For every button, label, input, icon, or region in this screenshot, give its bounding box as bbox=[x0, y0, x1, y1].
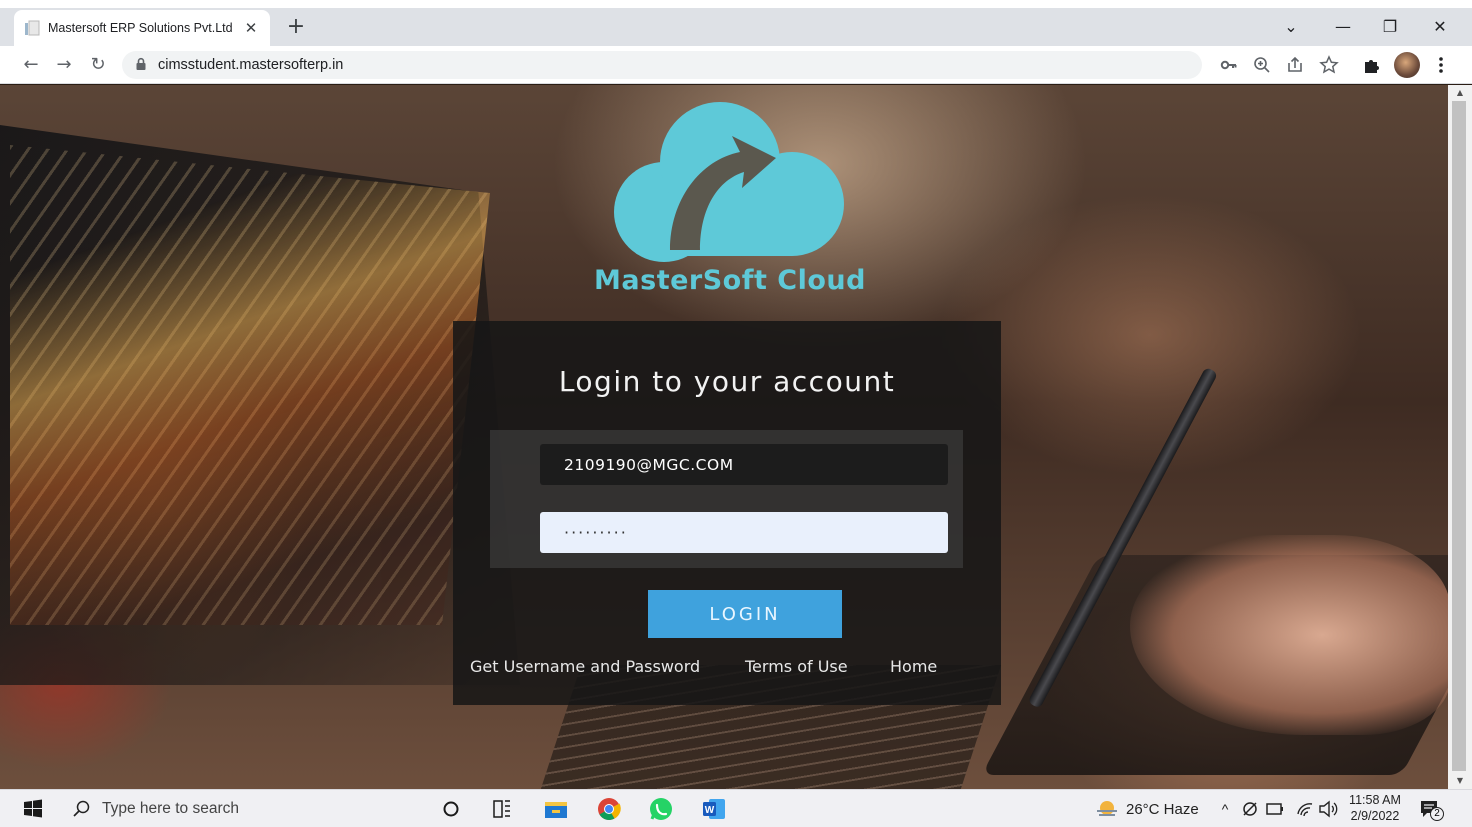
extensions-icon[interactable] bbox=[1361, 54, 1383, 76]
brand-name: MasterSoft Cloud bbox=[594, 265, 866, 296]
browser-tabstrip: Mastersoft ERP Solutions Pvt.Ltd ✕ + ⌄ —… bbox=[0, 0, 1472, 46]
url-text[interactable]: cimsstudent.mastersofterp.in bbox=[158, 51, 343, 79]
battery-icon[interactable] bbox=[1264, 790, 1284, 827]
wifi-icon[interactable] bbox=[1295, 790, 1315, 827]
network-offline-icon[interactable] bbox=[1240, 790, 1260, 827]
scroll-up-arrow-icon[interactable]: ▲ bbox=[1448, 85, 1472, 101]
weather-text[interactable]: 26°C Haze bbox=[1126, 790, 1199, 827]
page-scrollbar[interactable]: ▲ ▼ bbox=[1448, 85, 1472, 789]
zoom-icon[interactable] bbox=[1251, 54, 1273, 76]
word-icon[interactable]: W bbox=[700, 790, 728, 827]
key-icon[interactable] bbox=[1218, 54, 1240, 76]
volume-icon[interactable] bbox=[1317, 790, 1339, 827]
browser-tab[interactable]: Mastersoft ERP Solutions Pvt.Ltd ✕ bbox=[14, 10, 270, 46]
star-icon[interactable] bbox=[1318, 54, 1340, 76]
profile-avatar[interactable] bbox=[1394, 52, 1420, 78]
scroll-down-arrow-icon[interactable]: ▼ bbox=[1448, 773, 1472, 789]
tab-close-icon[interactable]: ✕ bbox=[242, 19, 260, 37]
new-tab-button[interactable]: + bbox=[284, 14, 308, 40]
password-input[interactable] bbox=[540, 512, 948, 553]
cortana-icon[interactable] bbox=[440, 790, 462, 827]
search-placeholder: Type here to search bbox=[102, 800, 239, 817]
task-view-icon[interactable] bbox=[490, 790, 514, 827]
credentials-box bbox=[490, 430, 963, 568]
restore-button[interactable]: ❐ bbox=[1367, 14, 1413, 40]
login-heading: Login to your account bbox=[558, 365, 896, 398]
address-bar[interactable]: cimsstudent.mastersofterp.in bbox=[122, 51, 1202, 79]
footer-links: Get Username and Password Terms of Use H… bbox=[453, 657, 1001, 681]
tab-search-icon[interactable]: ⌄ bbox=[1268, 14, 1314, 40]
scrollbar-thumb[interactable] bbox=[1452, 101, 1466, 771]
whatsapp-icon[interactable] bbox=[647, 790, 675, 827]
search-icon bbox=[73, 800, 90, 817]
login-button[interactable]: LOGIN bbox=[648, 590, 842, 638]
windows-start-icon[interactable] bbox=[20, 790, 46, 827]
page-favicon bbox=[25, 20, 40, 36]
file-explorer-icon[interactable] bbox=[542, 790, 570, 827]
menu-icon[interactable] bbox=[1430, 54, 1452, 76]
show-hidden-icons-chevron-icon[interactable]: ^ bbox=[1216, 790, 1234, 827]
terms-of-use-link[interactable]: Terms of Use bbox=[745, 657, 848, 676]
background-light-streaks bbox=[10, 145, 490, 625]
back-button[interactable]: ← bbox=[18, 52, 44, 78]
reload-button[interactable]: ↻ bbox=[85, 52, 111, 78]
minimize-button[interactable]: — bbox=[1320, 14, 1366, 40]
svg-text:W: W bbox=[705, 805, 715, 816]
lock-icon[interactable] bbox=[134, 57, 148, 71]
weather-haze-icon[interactable] bbox=[1094, 790, 1120, 827]
notification-count-badge: 2 bbox=[1430, 807, 1444, 821]
get-credentials-link[interactable]: Get Username and Password bbox=[470, 657, 700, 676]
taskbar-search[interactable]: Type here to search bbox=[58, 790, 420, 827]
chrome-icon[interactable] bbox=[595, 790, 623, 827]
share-icon[interactable] bbox=[1284, 54, 1306, 76]
page-viewport: MasterSoft Cloud Login to your account L… bbox=[0, 85, 1448, 789]
login-panel: Login to your account LOGIN Get Username… bbox=[453, 321, 1001, 705]
home-link[interactable]: Home bbox=[890, 657, 937, 676]
tab-title: Mastersoft ERP Solutions Pvt.Ltd bbox=[48, 21, 233, 35]
clock-time: 11:58 AM bbox=[1349, 793, 1401, 807]
windows-taskbar: Type here to search W 26°C Haze ^ 11:58 … bbox=[0, 789, 1472, 827]
username-input[interactable] bbox=[540, 444, 948, 485]
clock-date: 2/9/2022 bbox=[1350, 809, 1400, 823]
notifications-button[interactable]: 2 bbox=[1418, 798, 1444, 822]
browser-toolbar: ← → ↻ cimsstudent.mastersofterp.in bbox=[0, 46, 1472, 84]
taskbar-clock[interactable]: 11:58 AM 2/9/2022 bbox=[1342, 793, 1408, 824]
close-window-button[interactable]: ✕ bbox=[1417, 14, 1463, 40]
forward-button[interactable]: → bbox=[51, 52, 77, 78]
